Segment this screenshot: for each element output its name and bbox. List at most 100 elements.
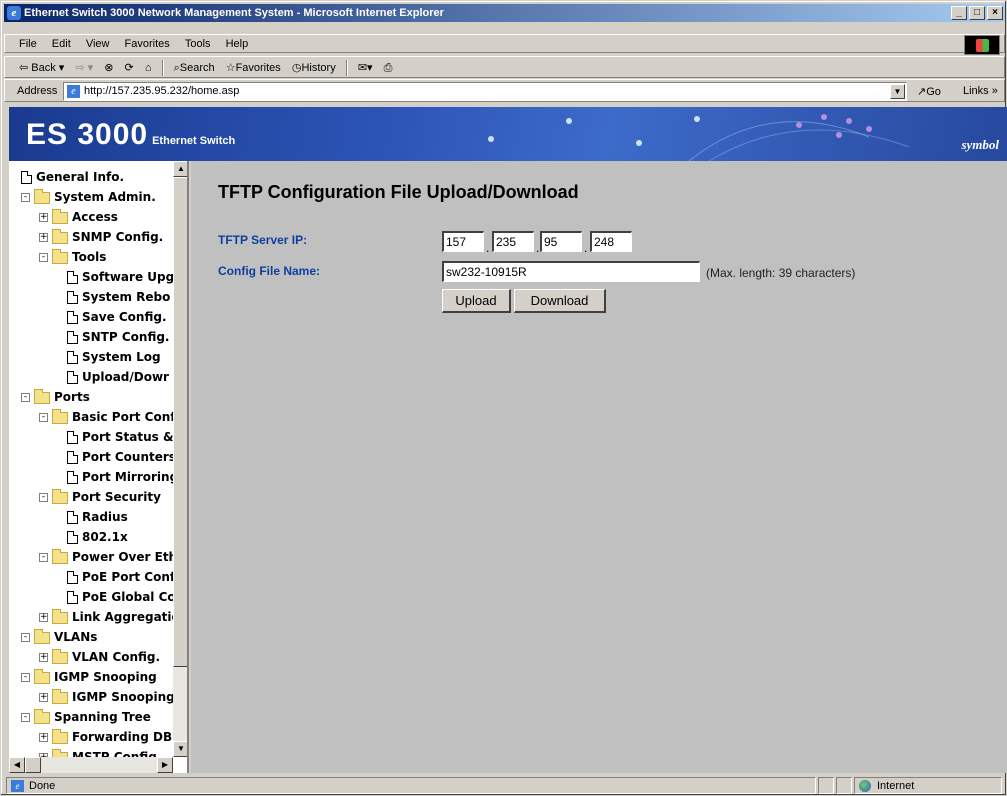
tree-node-vlan-config[interactable]: + VLAN Config. xyxy=(39,647,160,667)
tree-horizontal-scrollbar[interactable]: ◀ ▶ xyxy=(9,757,173,773)
document-icon xyxy=(67,291,78,304)
tree-node-label: Port Status & xyxy=(82,430,173,444)
tree-node-802-1x[interactable]: 802.1x xyxy=(67,527,128,547)
folder-icon xyxy=(34,388,50,404)
horizontal-scroll-thumb[interactable] xyxy=(25,757,41,773)
scroll-left-icon[interactable]: ◀ xyxy=(9,757,25,773)
tree-node-vlans[interactable]: - VLANs xyxy=(21,627,97,647)
ip-octet-3-input[interactable]: 95 xyxy=(540,231,582,252)
collapse-icon[interactable]: - xyxy=(21,673,30,682)
menu-favorites[interactable]: Favorites xyxy=(119,35,176,54)
upload-button[interactable]: Upload xyxy=(442,289,511,313)
ip-octet-1-input[interactable]: 157 xyxy=(442,231,484,252)
product-logo: ES 3000 Ethernet Switch xyxy=(26,118,235,152)
tree-node-label: Radius xyxy=(82,510,128,524)
tree-node-software-upg[interactable]: Software Upg xyxy=(67,267,173,287)
favorites-button[interactable]: ☆Favorites xyxy=(222,57,285,79)
collapse-icon[interactable]: - xyxy=(21,633,30,642)
download-button[interactable]: Download xyxy=(514,289,606,313)
menu-help[interactable]: Help xyxy=(220,35,255,54)
tree-node-system-log[interactable]: System Log xyxy=(67,347,161,367)
close-button[interactable]: × xyxy=(987,6,1003,20)
back-button[interactable]: ⇦ Back ▾ xyxy=(15,57,68,79)
toolbar-separator xyxy=(345,60,348,77)
home-icon[interactable]: ⌂ xyxy=(141,57,156,79)
menu-edit[interactable]: Edit xyxy=(46,35,77,54)
search-button[interactable]: ⌕Search xyxy=(170,57,219,79)
go-button[interactable]: ↗Go xyxy=(917,85,941,98)
minimize-button[interactable]: _ xyxy=(951,6,967,20)
tree-node-upload-dowr[interactable]: Upload/Dowr xyxy=(67,367,169,387)
expand-icon[interactable]: + xyxy=(39,693,48,702)
stop-icon[interactable]: ⊗ xyxy=(100,57,117,79)
tree-node-igmp-snooping[interactable]: - IGMP Snooping xyxy=(21,667,157,687)
tree-node-port-status[interactable]: Port Status & xyxy=(67,427,173,447)
collapse-icon[interactable]: - xyxy=(21,193,30,202)
globe-icon xyxy=(859,780,871,792)
collapse-icon[interactable]: - xyxy=(39,253,48,262)
tree-node-label: Port Security xyxy=(72,490,161,504)
menu-view[interactable]: View xyxy=(80,35,116,54)
collapse-icon[interactable]: - xyxy=(21,713,30,722)
collapse-icon[interactable]: - xyxy=(39,553,48,562)
ip-octet-2-input[interactable]: 235 xyxy=(492,231,534,252)
security-zone: Internet xyxy=(854,777,1002,794)
tree-node-port-counters[interactable]: Port Counters xyxy=(67,447,173,467)
tree-node-save-config[interactable]: Save Config. xyxy=(67,307,167,327)
tree-node-system-admin[interactable]: - System Admin. xyxy=(21,187,156,207)
refresh-icon[interactable]: ⟳ xyxy=(121,57,138,79)
scroll-up-icon[interactable]: ▲ xyxy=(173,161,187,177)
config-file-name-input[interactable]: sw232-10915R xyxy=(442,261,700,282)
tree-node-power-over-eth[interactable]: - Power Over Eth xyxy=(39,547,173,567)
mail-icon[interactable]: ✉▾ xyxy=(354,57,377,79)
menu-file[interactable]: File xyxy=(13,35,43,54)
product-subtitle: Ethernet Switch xyxy=(152,135,236,147)
address-input[interactable]: e http://157.235.95.232/home.asp ▼ xyxy=(63,82,907,101)
collapse-icon[interactable]: - xyxy=(21,393,30,402)
tree-node-spanning-tree[interactable]: - Spanning Tree xyxy=(21,707,151,727)
collapse-icon[interactable]: - xyxy=(39,493,48,502)
page-title: TFTP Configuration File Upload/Download xyxy=(218,182,579,202)
history-label: History xyxy=(301,62,336,74)
tree-node-port-mirroring[interactable]: Port Mirroring xyxy=(67,467,173,487)
tree-node-forwarding-db[interactable]: + Forwarding DB xyxy=(39,727,172,747)
maximize-button[interactable]: □ xyxy=(969,6,985,20)
expand-icon[interactable]: + xyxy=(39,233,48,242)
tree-node-sntp-config[interactable]: SNTP Config. xyxy=(67,327,169,347)
history-button[interactable]: ◷History xyxy=(288,57,340,79)
tree-node-label: Ports xyxy=(54,390,90,404)
tree-node-snmp-config[interactable]: + SNMP Config. xyxy=(39,227,163,247)
tree-node-port-security[interactable]: - Port Security xyxy=(39,487,161,507)
tree-node-link-aggregatio[interactable]: + Link Aggregatio xyxy=(39,607,173,627)
expand-icon[interactable]: + xyxy=(39,733,48,742)
tree-node-poe-global-co[interactable]: PoE Global Co xyxy=(67,587,173,607)
tree-node-general-info[interactable]: General Info. xyxy=(21,167,124,187)
tree-vertical-scrollbar[interactable]: ▲ ▼ xyxy=(173,161,187,757)
print-icon[interactable]: ⎙ xyxy=(380,57,397,79)
expand-icon[interactable]: + xyxy=(39,653,48,662)
tree-node-mstp-config[interactable]: + MSTP Config xyxy=(39,747,157,757)
document-icon xyxy=(67,351,78,364)
expand-icon[interactable]: + xyxy=(39,613,48,622)
tree-node-tools[interactable]: - Tools xyxy=(39,247,106,267)
tree-node-basic-port-confi[interactable]: - Basic Port Confi xyxy=(39,407,173,427)
tree-node-igmp-snooping[interactable]: + IGMP Snooping xyxy=(39,687,173,707)
vertical-scroll-thumb[interactable] xyxy=(173,177,187,667)
tree-node-ports[interactable]: - Ports xyxy=(21,387,90,407)
forward-button[interactable]: ⇨ ▾ xyxy=(71,57,97,79)
tree-node-poe-port-conf[interactable]: PoE Port Conf xyxy=(67,567,173,587)
document-icon xyxy=(67,511,78,524)
scroll-right-icon[interactable]: ▶ xyxy=(157,757,173,773)
tree-node-radius[interactable]: Radius xyxy=(67,507,128,527)
tree-node-system-rebo[interactable]: System Rebo xyxy=(67,287,170,307)
scroll-down-icon[interactable]: ▼ xyxy=(173,741,187,757)
ip-octet-4-input[interactable]: 248 xyxy=(590,231,632,252)
links-button[interactable]: Links » xyxy=(963,85,998,97)
expand-icon[interactable]: + xyxy=(39,213,48,222)
collapse-icon[interactable]: - xyxy=(39,413,48,422)
tree-node-access[interactable]: + Access xyxy=(39,207,118,227)
menu-bar: File Edit View Favorites Tools Help xyxy=(4,34,1005,55)
menu-tools[interactable]: Tools xyxy=(179,35,217,54)
address-dropdown-icon[interactable]: ▼ xyxy=(890,84,905,99)
tree-node-label: VLAN Config. xyxy=(72,650,161,664)
